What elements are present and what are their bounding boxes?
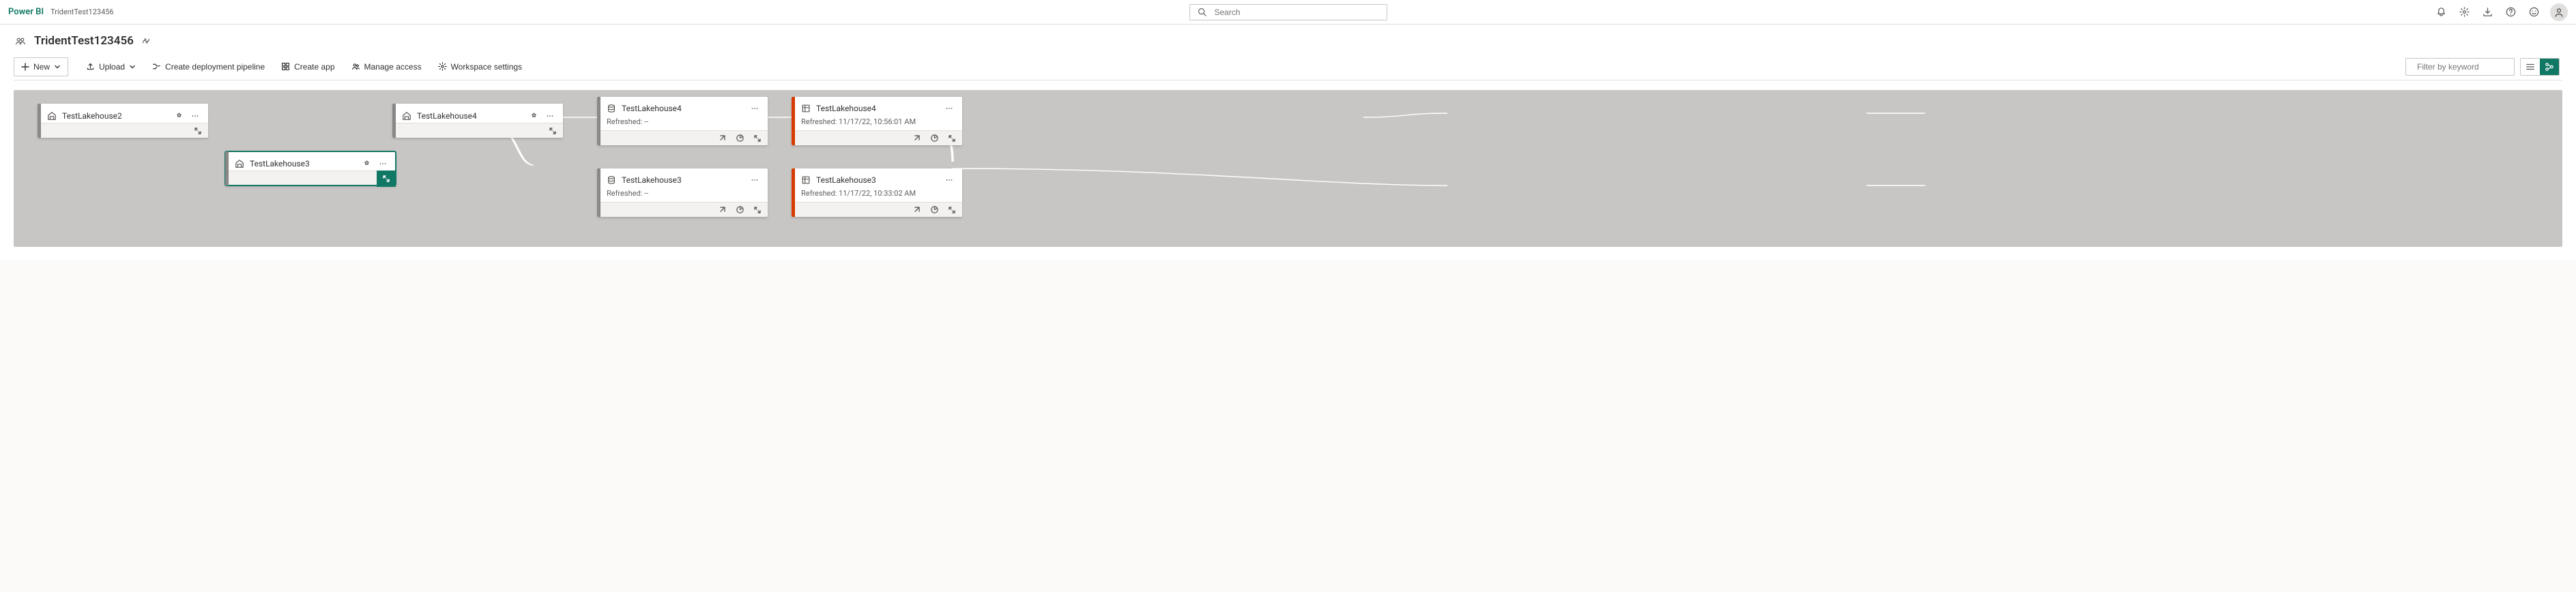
canvas-outer: TestLakehouse2 TestLakeho — [0, 80, 2576, 261]
more-icon[interactable] — [377, 158, 389, 170]
node-title: TestLakehouse4 — [816, 104, 938, 113]
dataset-icon — [607, 104, 616, 113]
node-lakehouse-4[interactable]: TestLakehouse4 — [392, 104, 563, 138]
chevron-down-icon — [54, 63, 61, 70]
node-stripe — [392, 104, 396, 138]
node-subtitle: Refreshed: 11/17/22, 10:33:02 AM — [792, 189, 962, 202]
top-right-actions — [2434, 3, 2568, 21]
analyze-icon[interactable] — [735, 134, 744, 143]
feedback-icon[interactable] — [2527, 5, 2541, 19]
workspace-settings-label: Workspace settings — [451, 62, 523, 72]
expand-icon[interactable] — [947, 134, 957, 143]
view-list-button[interactable] — [2521, 59, 2540, 75]
toolbar: New Upload Create deployment pipeline Cr… — [14, 53, 2562, 80]
open-icon[interactable] — [912, 134, 921, 143]
filter-input-wrap[interactable] — [2405, 58, 2515, 76]
new-button-label: New — [33, 62, 50, 72]
manage-access-label: Manage access — [364, 62, 422, 72]
expand-icon[interactable] — [377, 171, 396, 187]
node-subtitle: Refreshed: -- — [597, 189, 768, 202]
more-icon[interactable] — [749, 102, 761, 115]
expand-icon[interactable] — [753, 205, 762, 215]
analyze-icon[interactable] — [929, 205, 939, 215]
dataset-icon — [801, 175, 811, 185]
lineage-canvas[interactable]: TestLakehouse2 TestLakeho — [14, 90, 2562, 247]
node-subtitle: Refreshed: -- — [597, 117, 768, 130]
endorsement-icon — [529, 111, 538, 121]
chevron-down-icon — [129, 63, 136, 70]
endorsement-icon — [174, 111, 184, 121]
analyze-icon[interactable] — [735, 205, 744, 215]
filter-input[interactable] — [2416, 61, 2524, 72]
lakehouse-icon — [402, 111, 411, 121]
manage-access-button[interactable]: Manage access — [345, 57, 429, 76]
endorsement-icon — [362, 159, 371, 168]
expand-icon[interactable] — [947, 205, 957, 215]
more-icon[interactable] — [189, 110, 201, 122]
settings-icon[interactable] — [2457, 5, 2471, 19]
lakehouse-icon — [47, 111, 57, 121]
workspace-header: TridentTest123456 New Upload Create depl… — [0, 25, 2576, 80]
analyze-icon[interactable] — [929, 134, 939, 143]
more-icon[interactable] — [544, 110, 556, 122]
node-lakehouse-3[interactable]: TestLakehouse3 — [225, 151, 396, 186]
node-title: TestLakehouse2 — [62, 111, 169, 121]
view-lineage-button[interactable] — [2540, 59, 2559, 75]
toolbar-right — [2405, 58, 2562, 76]
create-pipeline-button[interactable]: Create deployment pipeline — [145, 57, 272, 76]
avatar[interactable] — [2550, 3, 2568, 21]
node-subtitle: Refreshed: 11/17/22, 10:56:01 AM — [792, 117, 962, 130]
top-bar: Power BI TridentTest123456 — [0, 0, 2576, 25]
workspace-icon — [14, 34, 27, 48]
open-icon[interactable] — [912, 205, 921, 215]
node-dataset-3-sql[interactable]: TestLakehouse3 Refreshed: 11/17/22, 10:3… — [792, 168, 962, 217]
node-stripe — [792, 97, 795, 145]
workspace-title-row: TridentTest123456 — [14, 34, 2562, 48]
node-title: TestLakehouse4 — [622, 104, 743, 113]
create-app-label: Create app — [294, 62, 334, 72]
more-icon[interactable] — [943, 174, 955, 186]
more-icon[interactable] — [943, 102, 955, 115]
create-pipeline-label: Create deployment pipeline — [165, 62, 265, 72]
brand[interactable]: Power BI — [8, 7, 44, 17]
download-icon[interactable] — [2480, 5, 2494, 19]
search-icon — [1196, 5, 1209, 19]
more-icon[interactable] — [749, 174, 761, 186]
dataset-icon — [801, 104, 811, 113]
open-icon[interactable] — [717, 205, 727, 215]
node-stripe — [225, 151, 229, 186]
node-stripe — [792, 168, 795, 217]
upload-button[interactable]: Upload — [79, 57, 143, 76]
breadcrumb[interactable]: TridentTest123456 — [50, 8, 114, 16]
node-dataset-3-default[interactable]: TestLakehouse3 Refreshed: -- — [597, 168, 768, 217]
help-icon[interactable] — [2504, 5, 2517, 19]
expand-icon[interactable] — [548, 126, 558, 136]
node-title: TestLakehouse3 — [816, 175, 938, 185]
view-toggle — [2520, 58, 2560, 76]
workspace-title: TridentTest123456 — [34, 34, 134, 48]
global-search[interactable] — [1189, 4, 1387, 20]
open-icon[interactable] — [717, 134, 727, 143]
workspace-settings-button[interactable]: Workspace settings — [431, 57, 530, 76]
global-search-input[interactable] — [1213, 7, 1381, 18]
expand-icon[interactable] — [753, 134, 762, 143]
dataset-icon — [607, 175, 616, 185]
lakehouse-icon — [235, 159, 244, 168]
node-lakehouse-2[interactable]: TestLakehouse2 — [38, 104, 208, 138]
node-dataset-4-default[interactable]: TestLakehouse4 Refreshed: -- — [597, 97, 768, 145]
node-title: TestLakehouse3 — [622, 175, 743, 185]
node-stripe — [597, 97, 600, 145]
new-button[interactable]: New — [14, 57, 68, 76]
expand-icon[interactable] — [193, 126, 203, 136]
workspace-type-icon — [141, 35, 151, 46]
node-stripe — [38, 104, 41, 138]
notifications-icon[interactable] — [2434, 5, 2448, 19]
node-dataset-4-sql[interactable]: TestLakehouse4 Refreshed: 11/17/22, 10:5… — [792, 97, 962, 145]
node-stripe — [597, 168, 600, 217]
upload-label: Upload — [99, 62, 125, 72]
create-app-button[interactable]: Create app — [274, 57, 341, 76]
node-title: TestLakehouse3 — [250, 159, 356, 168]
node-title: TestLakehouse4 — [417, 111, 523, 121]
